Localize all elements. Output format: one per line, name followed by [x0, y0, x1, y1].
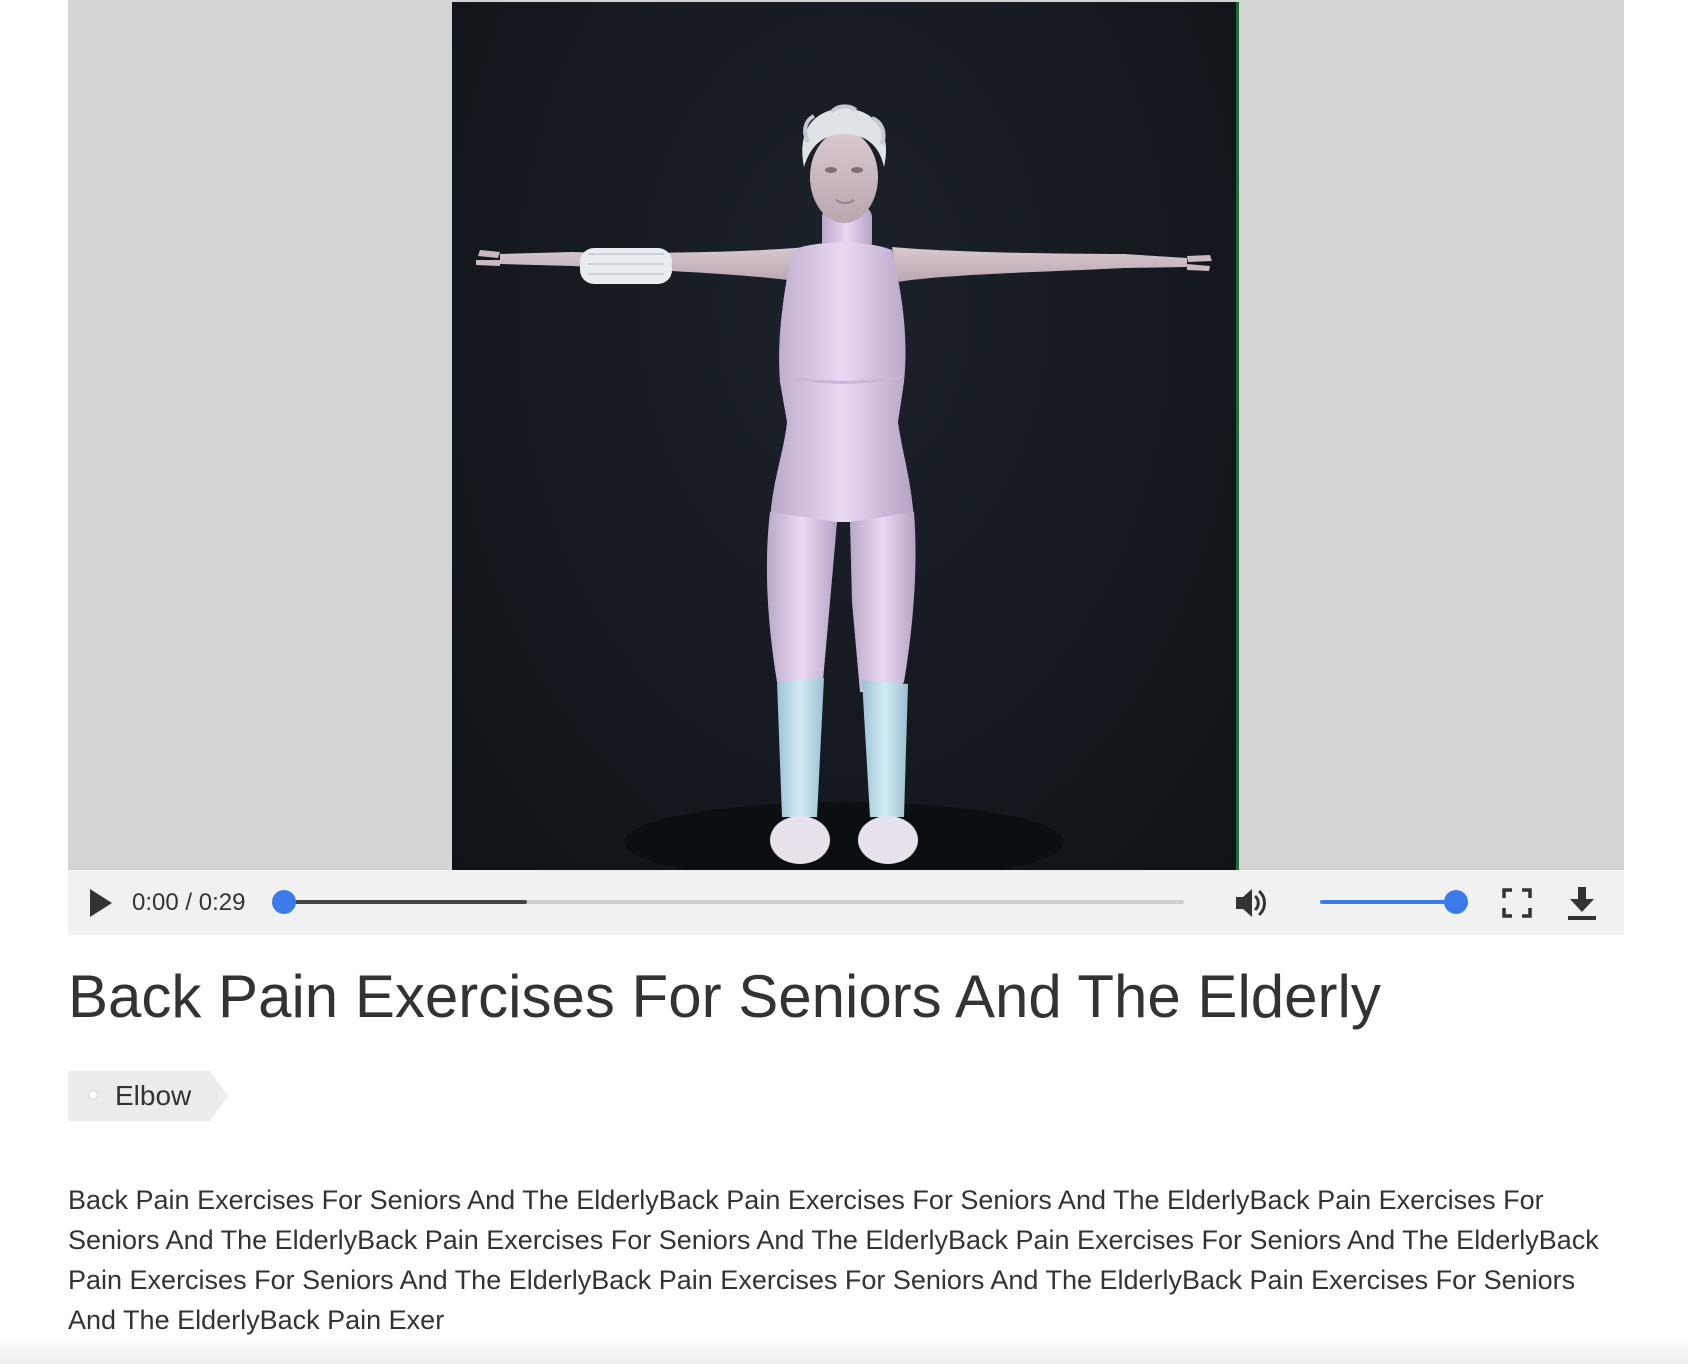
tag-label: Elbow — [115, 1080, 192, 1111]
fullscreen-icon — [1502, 888, 1532, 918]
volume-slider[interactable] — [1320, 890, 1468, 914]
fullscreen-button[interactable] — [1498, 884, 1536, 922]
video-controls: 0:00 / 0:29 — [68, 870, 1624, 935]
description-text: Back Pain Exercises For Seniors And The … — [68, 1185, 1599, 1335]
play-button[interactable] — [82, 884, 120, 922]
video-player[interactable]: 0:00 / 0:29 — [68, 0, 1624, 935]
video-figure-illustration — [476, 104, 1212, 870]
time-display: 0:00 / 0:29 — [132, 889, 246, 916]
download-icon — [1568, 887, 1596, 920]
mute-button[interactable] — [1230, 882, 1272, 924]
seek-bar-buffered — [284, 900, 527, 904]
page: 0:00 / 0:29 Back Pain Exercises For Seni… — [0, 0, 1688, 1364]
tag-elbow[interactable]: Elbow — [68, 1071, 228, 1121]
page-title: Back Pain Exercises For Seniors And The … — [68, 963, 1381, 1030]
volume-icon — [1236, 889, 1266, 917]
seek-bar-thumb[interactable] — [272, 890, 296, 914]
tag-icon — [88, 1090, 98, 1100]
video-area[interactable] — [68, 0, 1624, 870]
volume-slider-fill — [1320, 900, 1456, 904]
volume-slider-thumb[interactable] — [1444, 890, 1468, 914]
bottom-fade — [0, 1338, 1688, 1364]
play-icon — [90, 889, 112, 917]
video-frame[interactable] — [452, 2, 1239, 870]
seek-bar[interactable] — [272, 890, 1184, 914]
download-button[interactable] — [1562, 882, 1602, 924]
tag-point — [210, 1071, 228, 1121]
